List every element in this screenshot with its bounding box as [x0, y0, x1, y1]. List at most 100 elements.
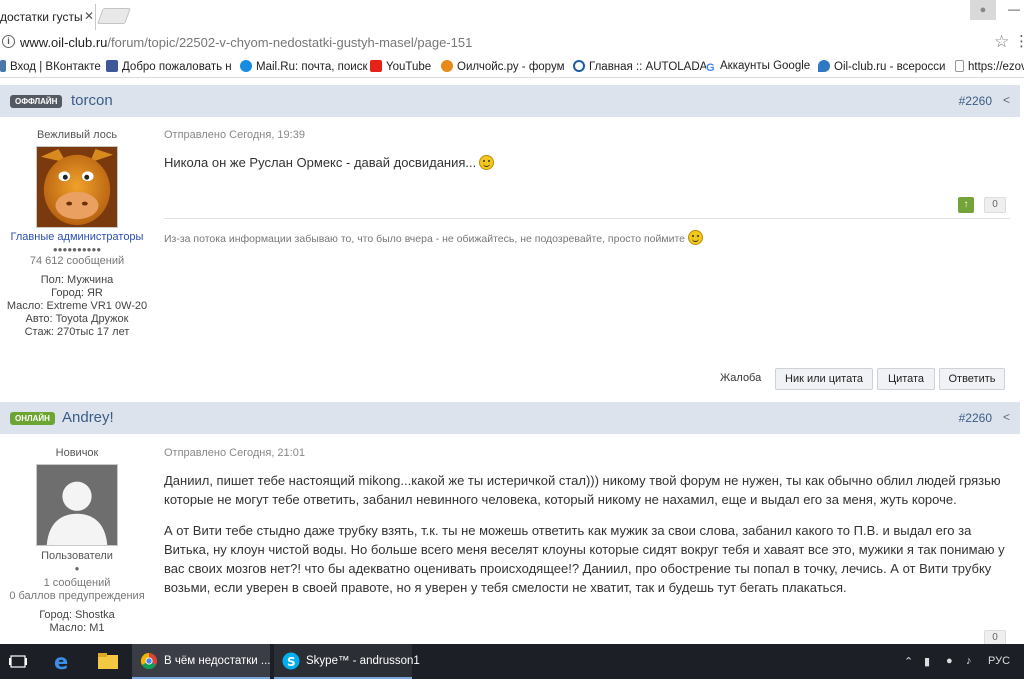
taskbar-skype-button[interactable]: S Skype™ - andrusson1: [274, 644, 420, 679]
facebook-icon: [106, 60, 118, 72]
edge-icon[interactable]: e: [52, 644, 78, 679]
profile-field: Стаж: 270тыс 17 лет: [24, 326, 130, 338]
google-icon: G: [706, 62, 716, 74]
post-paragraph: Даниил, пишет тебе настоящий mikong...ка…: [164, 473, 1001, 507]
post-body: Отправлено Сегодня, 19:39 Никола он же Р…: [164, 129, 1010, 172]
forum-page: ОФФЛАЙН torcon #2260 < Вежливый лось Гла…: [0, 79, 1024, 644]
post-date: Отправлено Сегодня, 21:01: [164, 447, 305, 459]
svg-text:S: S: [287, 655, 296, 669]
bookmark-oilchoice[interactable]: Оилчойс.ру - форум: [441, 60, 564, 73]
post-header: ОНЛАЙН Andrey! #2260 <: [0, 402, 1020, 434]
reply-button[interactable]: Ответить: [939, 368, 1005, 390]
tab-title: достатки густы: [0, 10, 83, 24]
page-icon: [955, 60, 964, 72]
taskbar: e В чём недостатки ... S Skype™ - andrus…: [0, 644, 1024, 679]
warning-points[interactable]: 0 баллов предупреждения: [0, 590, 154, 602]
reputation-count: 0: [984, 197, 1006, 213]
rank-pips: ●: [74, 564, 80, 573]
post-paragraph: А от Вити тебе стыдно даже трубку взять,…: [164, 523, 1005, 595]
mailru-icon: [240, 60, 252, 72]
wink-smiley-icon: [479, 155, 495, 170]
chrome-icon: [140, 652, 157, 670]
bookmark-facebook[interactable]: Добро пожаловать н: [106, 60, 232, 73]
bookmark-google[interactable]: G Аккаунты Google: [706, 60, 810, 74]
profile-field: Масло: M1: [49, 622, 105, 634]
signature-divider: [164, 218, 1010, 219]
user-rank: Вежливый лось: [36, 129, 118, 141]
url-domain: www.oil-club.ru: [20, 35, 108, 50]
post-number-link[interactable]: #2260: [959, 411, 992, 425]
user-rank: Новичок: [55, 447, 99, 459]
post-body: Отправлено Сегодня, 21:01 Даниил, пишет …: [164, 447, 1010, 597]
reputation-count: 0: [984, 630, 1006, 644]
default-avatar-icon[interactable]: [36, 464, 118, 546]
taskbar-chrome-label: В чём недостатки ...: [164, 655, 271, 667]
taskbar-chrome-button[interactable]: В чём недостатки ...: [132, 644, 271, 679]
message-count: 1 сообщений: [43, 577, 111, 589]
autolada-icon: [573, 60, 585, 72]
bookmark-vk[interactable]: Вход | ВКонтакте: [0, 60, 101, 73]
author-sidebar: Новичок Пользователи ● 1 сообщений 0 бал…: [0, 447, 154, 635]
report-link[interactable]: Жалоба: [720, 372, 761, 384]
user-group: Главные администраторы: [10, 231, 144, 243]
network-icon[interactable]: ●: [946, 655, 953, 667]
profile-field: Город: Shostka: [39, 609, 115, 621]
message-count: 74 612 сообщений: [29, 255, 125, 267]
rank-pips: ●●●●●●●●●●: [52, 245, 102, 254]
vk-icon: [0, 60, 6, 72]
user-group: Пользователи: [41, 550, 113, 562]
share-icon[interactable]: <: [1003, 410, 1010, 424]
star-icon[interactable]: ☆: [994, 32, 1009, 52]
profile-field: Авто: Toyota Дружок: [25, 313, 129, 325]
vote-up-button[interactable]: ↑: [958, 197, 974, 213]
menu-icon[interactable]: ⋮: [1014, 32, 1024, 50]
post-text: Никола он же Руслан Ормекс - давай досви…: [164, 153, 1010, 172]
browser-tab[interactable]: достатки густы ✕: [0, 4, 96, 30]
bookmark-oilclub[interactable]: Oil-club.ru - всеросси: [818, 60, 945, 73]
chevron-up-icon[interactable]: ⌃: [904, 655, 913, 668]
url-path: /forum/topic/22502-v-chyom-nedostatki-gu…: [107, 35, 473, 50]
skype-icon: S: [282, 652, 300, 670]
nick-quote-button[interactable]: Ник или цитата: [775, 368, 873, 390]
svg-text:e: e: [54, 650, 68, 674]
author-name[interactable]: Andrey!: [62, 409, 114, 426]
bookmark-ezov[interactable]: https://ezov: [955, 60, 1024, 73]
profile-field: Масло: Extreme VR1 0W-20: [6, 300, 148, 312]
info-icon[interactable]: i: [2, 35, 15, 48]
youtube-icon: [370, 60, 382, 72]
laughing-smiley-icon: [688, 230, 703, 245]
file-explorer-icon[interactable]: [96, 644, 122, 679]
url-field[interactable]: www.oil-club.ru/forum/topic/22502-v-chyo…: [20, 35, 472, 50]
oilclub-icon: [818, 60, 830, 72]
task-view-icon[interactable]: [8, 644, 32, 679]
quote-button[interactable]: Цитата: [877, 368, 935, 390]
avatar[interactable]: [36, 146, 118, 228]
language-indicator[interactable]: РУС: [988, 655, 1010, 667]
signature-text: Из-за потока информации забываю то, что …: [164, 233, 685, 245]
post-date: Отправлено Сегодня, 19:39: [164, 129, 305, 141]
bookmark-mailru[interactable]: Mail.Ru: почта, поиск: [240, 60, 368, 73]
close-tab-icon[interactable]: ✕: [84, 9, 94, 23]
status-badge: ОФФЛАЙН: [10, 95, 63, 108]
new-tab-button[interactable]: [97, 8, 131, 24]
oilchoice-icon: [441, 60, 453, 72]
post-message: Никола он же Руслан Ормекс - давай досви…: [164, 155, 477, 170]
author-name[interactable]: torcon: [71, 92, 113, 109]
address-bar: i www.oil-club.ru/forum/topic/22502-v-ch…: [0, 30, 1024, 56]
signature: Из-за потока информации забываю то, что …: [164, 230, 1010, 245]
bookmarks-bar: Вход | ВКонтакте Добро пожаловать н Mail…: [0, 56, 1024, 78]
post-number-link[interactable]: #2260: [959, 94, 992, 108]
person-icon[interactable]: ●: [970, 0, 996, 20]
status-badge: ОНЛАЙН: [10, 412, 55, 425]
tab-strip: достатки густы ✕ ● —: [0, 0, 1024, 30]
minimize-icon[interactable]: —: [1008, 2, 1020, 16]
profile-field: Город: ЯR: [51, 287, 103, 299]
share-icon[interactable]: <: [1003, 93, 1010, 107]
taskbar-skype-label: Skype™ - andrusson1: [306, 655, 420, 667]
bookmark-youtube[interactable]: YouTube: [370, 60, 431, 73]
volume-icon[interactable]: ♪: [966, 655, 972, 667]
bookmark-autolada[interactable]: Главная :: AUTOLADA: [573, 60, 707, 73]
author-sidebar: Вежливый лось Главные администраторы ●●●…: [0, 129, 154, 339]
profile-field: Пол: Мужчина: [40, 274, 114, 286]
battery-icon[interactable]: ▮: [924, 655, 930, 668]
